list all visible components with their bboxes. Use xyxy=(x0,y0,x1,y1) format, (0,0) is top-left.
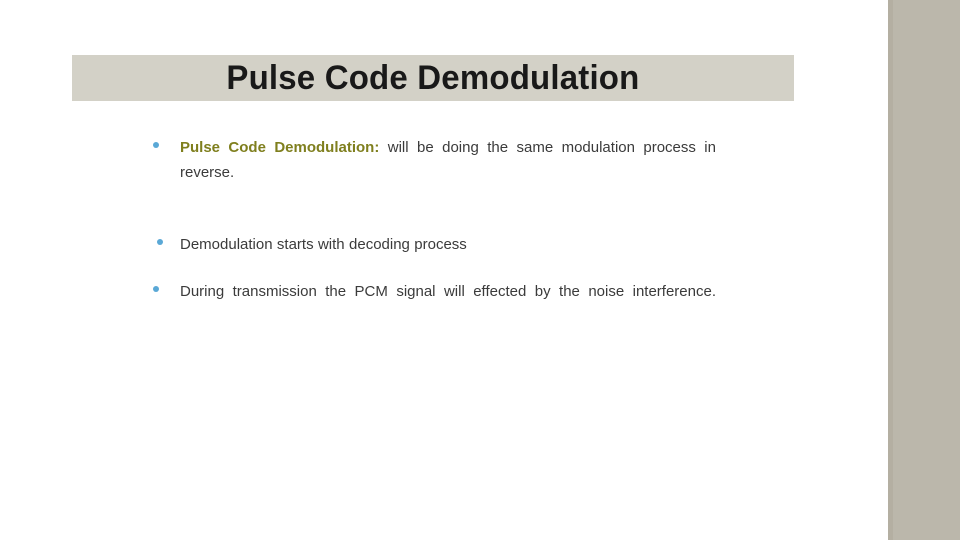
list-item-text: Demodulation starts with decoding proces… xyxy=(180,233,716,258)
bullet-dot-icon xyxy=(157,238,163,245)
list-item: Demodulation starts with decoding proces… xyxy=(150,233,716,258)
list-item: Pulse Code Demodulation: will be doing t… xyxy=(150,136,716,210)
title-band: Pulse Code Demodulation xyxy=(72,55,794,101)
list-item-lead: Pulse Code Demodulation: xyxy=(180,139,380,156)
list-item-text: During transmission the PCM signal will … xyxy=(180,280,716,329)
decorative-right-panel xyxy=(888,0,960,540)
list-item-body: Demodulation starts with decoding proces… xyxy=(180,235,467,253)
list-item-text: Pulse Code Demodulation: will be doing t… xyxy=(180,136,716,210)
bullet-list: Pulse Code Demodulation: will be doing t… xyxy=(150,136,716,329)
bullet-dot-icon xyxy=(153,286,159,292)
slide: Pulse Code Demodulation Pulse Code Demod… xyxy=(0,0,960,540)
list-item: During transmission the PCM signal will … xyxy=(150,280,716,329)
bullet-dot-icon xyxy=(153,142,159,148)
decorative-right-panel-edge xyxy=(888,0,893,540)
list-item-body: During transmission the PCM signal will … xyxy=(180,283,716,300)
page-title: Pulse Code Demodulation xyxy=(226,59,640,97)
